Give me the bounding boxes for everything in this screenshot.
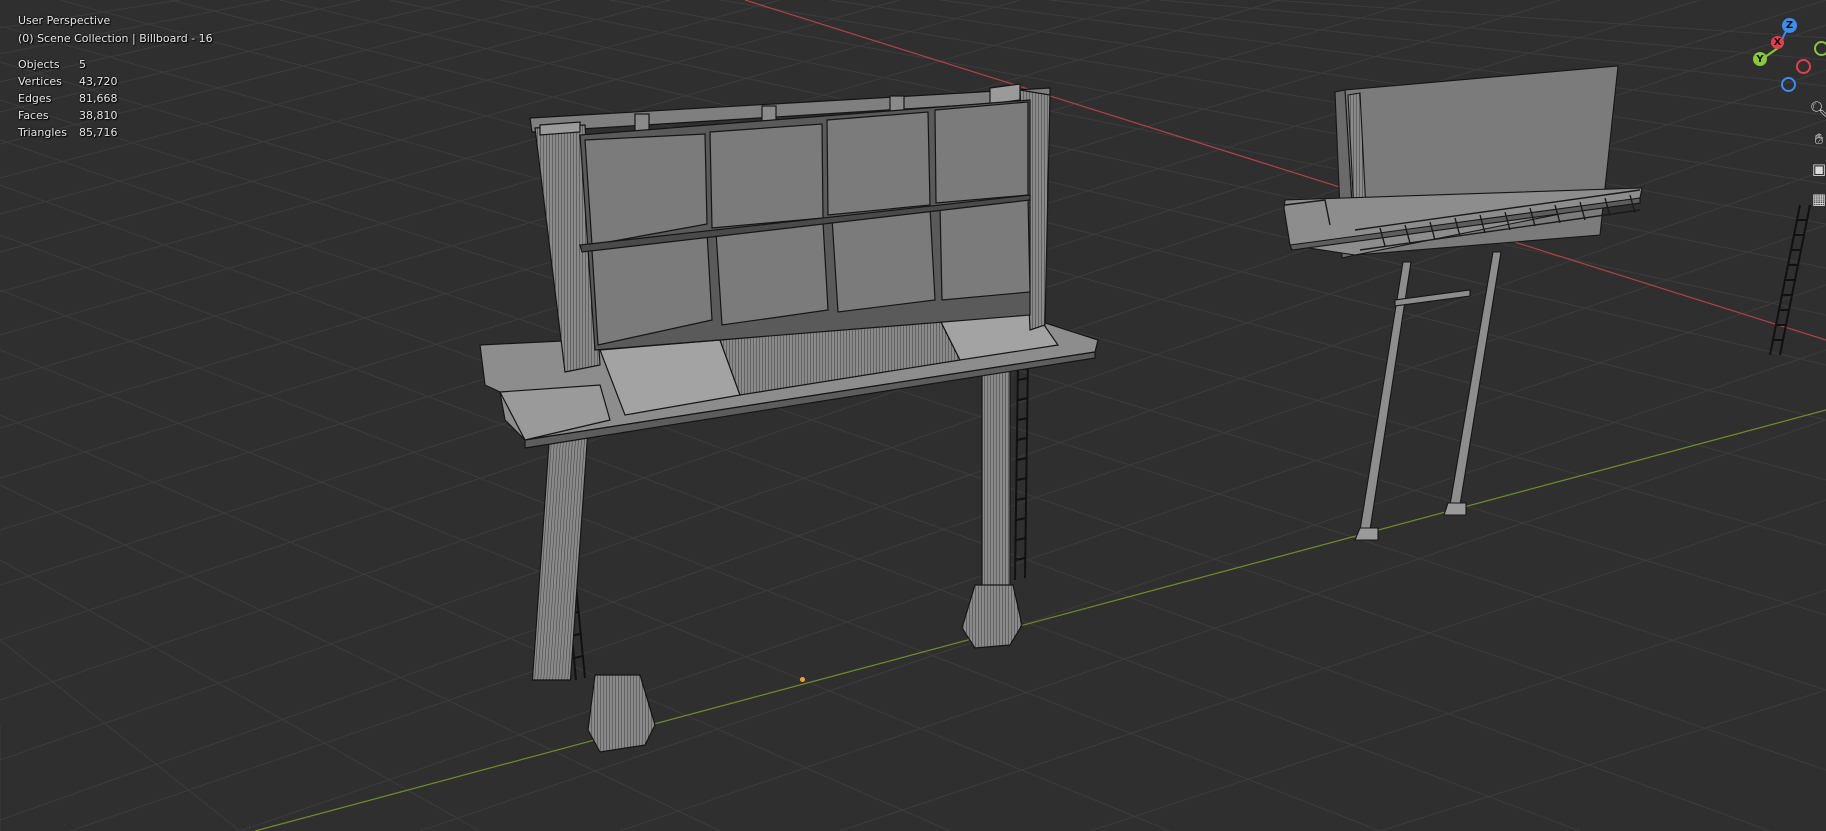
stat-value: 38,810 xyxy=(79,109,118,122)
stat-label: Edges xyxy=(18,92,52,105)
gizmo-x-axis[interactable]: X xyxy=(1771,36,1784,49)
collection-label: (0) Scene Collection | Billboard - 16 xyxy=(18,32,213,45)
gizmo-neg-y-axis[interactable] xyxy=(1814,41,1826,56)
pan-hand-icon[interactable]: ✋︎ xyxy=(1808,128,1826,150)
gizmo-y-axis[interactable]: Y xyxy=(1753,52,1767,66)
stat-label: Faces xyxy=(18,109,49,122)
stat-value: 43,720 xyxy=(79,75,118,88)
viewport-info-overlay: User Perspective (0) Scene Collection | … xyxy=(18,12,213,141)
stat-row-faces: Faces 38,810 xyxy=(18,107,213,124)
3d-viewport[interactable]: User Perspective (0) Scene Collection | … xyxy=(0,0,1826,831)
navigation-gizmo-area: Z X Y 🔍︎ ✋︎ ▣ ▦ xyxy=(1736,0,1826,220)
stat-label: Vertices xyxy=(18,75,62,88)
camera-icon[interactable]: ▣ xyxy=(1808,158,1826,180)
stat-row-triangles: Triangles 85,716 xyxy=(18,124,213,141)
stat-label: Objects xyxy=(18,58,60,71)
stat-value: 81,668 xyxy=(79,92,118,105)
gizmo-z-label: Z xyxy=(1785,20,1794,31)
billboard-small[interactable] xyxy=(1283,65,1643,541)
zoom-icon[interactable]: 🔍︎ xyxy=(1808,98,1826,120)
y-axis-line xyxy=(254,409,1826,831)
stat-row-vertices: Vertices 43,720 xyxy=(18,73,213,90)
grid-view-icon[interactable]: ▦ xyxy=(1808,188,1826,210)
stat-row-objects: Objects 5 xyxy=(18,56,213,73)
stat-row-edges: Edges 81,668 xyxy=(18,90,213,107)
view-name: User Perspective xyxy=(18,14,111,27)
billboard-large[interactable] xyxy=(479,83,1099,753)
gizmo-y-label: Y xyxy=(1756,53,1764,65)
3d-cursor-origin xyxy=(800,677,805,682)
scene-canvas[interactable] xyxy=(0,0,1826,831)
gizmo-neg-x-axis[interactable] xyxy=(1796,59,1811,74)
gizmo-neg-z-axis[interactable] xyxy=(1781,77,1796,92)
right-ladder xyxy=(1014,357,1029,581)
gizmo-z-axis[interactable]: Z xyxy=(1782,18,1797,33)
scene-statistics: Objects 5 Vertices 43,720 Edges 81,668 F… xyxy=(18,56,213,141)
stat-value: 5 xyxy=(79,58,86,71)
gizmo-x-label: X xyxy=(1773,37,1782,48)
stat-value: 85,716 xyxy=(79,126,118,139)
stat-label: Triangles xyxy=(18,126,67,139)
